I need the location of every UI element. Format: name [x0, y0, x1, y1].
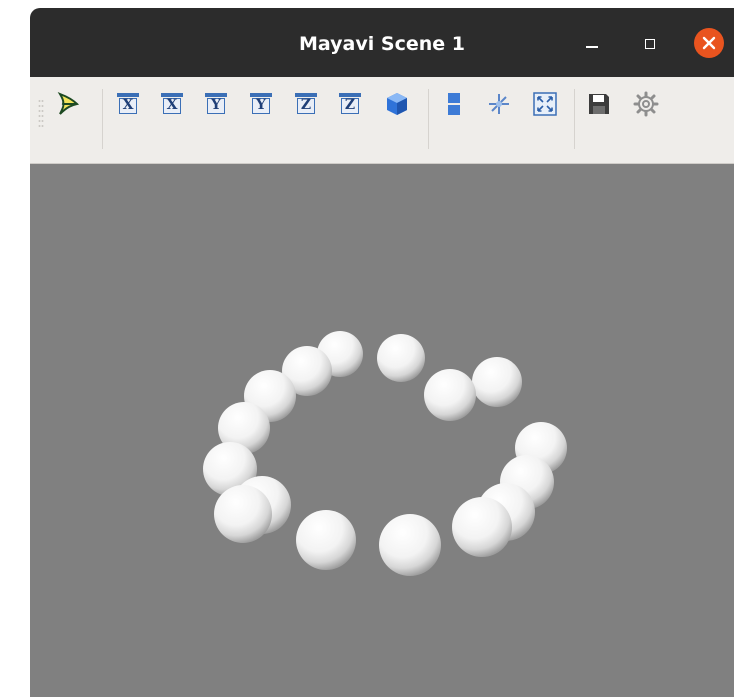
view-x-minus-button[interactable]: X: [159, 91, 185, 117]
mayavi-logo-button[interactable]: [54, 91, 80, 117]
parallel-projection-icon: [448, 93, 460, 115]
sphere: [472, 357, 522, 407]
sphere: [379, 514, 441, 576]
sphere: [452, 497, 512, 557]
sphere: [296, 510, 356, 570]
view-y-plus-icon: Y: [205, 93, 227, 115]
view-z-minus-icon: Z: [339, 93, 361, 115]
minimize-icon: [586, 46, 598, 48]
window-title: Mayavi Scene 1: [299, 33, 465, 55]
sphere-ring-render: [203, 331, 567, 576]
view-x-minus-icon: X: [161, 93, 183, 115]
sphere: [214, 485, 272, 543]
view-x-plus-button[interactable]: X: [115, 91, 141, 117]
toolbar-separator: [428, 89, 429, 149]
view-z-plus-button[interactable]: Z: [293, 91, 319, 117]
full-screen-icon: [533, 92, 557, 116]
toolbar-grip-icon[interactable]: [38, 99, 44, 129]
save-icon: [589, 94, 609, 114]
toolbar-separator: [102, 89, 103, 149]
view-y-minus-button[interactable]: Y: [248, 91, 274, 117]
view-x-plus-icon: X: [117, 93, 139, 115]
toolbar-separator: [574, 89, 575, 149]
close-button[interactable]: [694, 28, 724, 58]
title-bar[interactable]: Mayavi Scene 1: [30, 8, 734, 77]
axes-indicator-icon: [489, 94, 509, 114]
maximize-button[interactable]: [636, 30, 664, 58]
parallel-projection-button[interactable]: [441, 91, 467, 117]
isometric-view-button[interactable]: [384, 91, 410, 117]
settings-button[interactable]: [633, 91, 659, 117]
maximize-icon: [645, 39, 655, 49]
close-icon: [702, 36, 716, 50]
isometric-cube-icon: [387, 93, 407, 115]
settings-gear-icon: [633, 91, 659, 117]
view-z-minus-button[interactable]: Z: [337, 91, 363, 117]
scene-toolbar: X X Y Y Z Z: [30, 77, 734, 164]
3d-scene-view[interactable]: [30, 164, 734, 697]
view-z-plus-icon: Z: [295, 93, 317, 115]
view-y-minus-icon: Y: [250, 93, 272, 115]
minimize-button[interactable]: [578, 30, 606, 58]
mayavi-logo-icon: [57, 92, 80, 115]
sphere: [424, 369, 476, 421]
save-button[interactable]: [586, 91, 612, 117]
axes-indicator-button[interactable]: [486, 91, 512, 117]
sphere: [377, 334, 425, 382]
full-screen-button[interactable]: [532, 91, 558, 117]
mayavi-window: Mayavi Scene 1 X X Y Y Z Z: [30, 8, 734, 697]
view-y-plus-button[interactable]: Y: [203, 91, 229, 117]
